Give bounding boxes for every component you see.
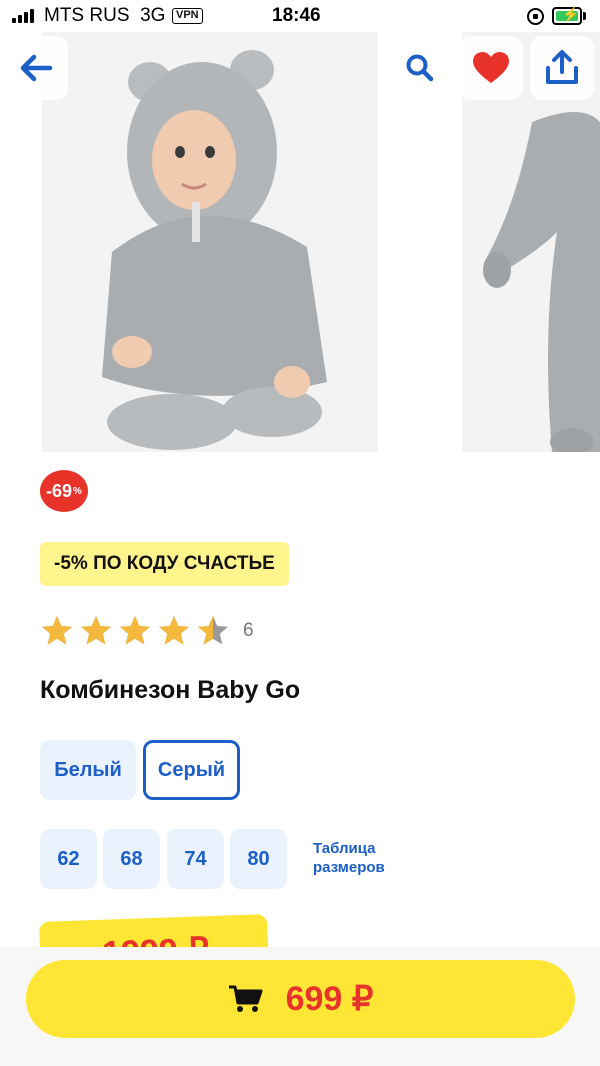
baby-jumpsuit-image <box>42 32 378 452</box>
arrow-left-icon <box>20 54 53 82</box>
heart-icon <box>473 52 509 83</box>
cart-price: 699 ₽ <box>285 980 374 1018</box>
star-icon <box>42 616 72 645</box>
share-icon <box>546 50 578 84</box>
size-option-68[interactable]: 68 <box>103 829 160 889</box>
star-icon <box>159 616 189 645</box>
size-option-80[interactable]: 80 <box>230 829 287 889</box>
favorite-button[interactable] <box>459 36 523 100</box>
vpn-badge: VPN <box>172 8 203 24</box>
status-bar: MTS RUS 3G VPN 18:46 ⚡ <box>0 0 600 34</box>
status-time: 18:46 <box>272 5 321 26</box>
color-option-grey[interactable]: Серый <box>143 740 240 800</box>
star-icon <box>120 616 150 645</box>
battery-icon: ⚡ <box>552 6 582 25</box>
signal-strength-icon <box>12 9 38 23</box>
product-title: Комбинезон Baby Go <box>40 676 301 704</box>
back-button[interactable] <box>4 36 68 100</box>
carrier-name: MTS RUS 3G <box>44 5 166 26</box>
search-icon <box>406 54 434 82</box>
review-count: 6 <box>243 620 254 641</box>
product-rating[interactable]: 6 <box>40 614 254 648</box>
size-table-link[interactable]: Таблица размеров <box>313 839 433 877</box>
size-table-label-line1: Таблица <box>313 840 376 857</box>
battery-tip <box>583 12 586 20</box>
discount-badge: -69% <box>40 470 88 512</box>
star-icon <box>198 616 228 645</box>
share-button[interactable] <box>530 36 594 100</box>
size-option-62[interactable]: 62 <box>40 829 97 889</box>
promo-code-banner: -5% ПО КОДУ СЧАСТЬЕ <box>40 542 289 586</box>
size-table-label-line2: размеров <box>313 859 385 876</box>
rating-stars <box>40 614 235 648</box>
product-photo-main[interactable] <box>42 32 378 452</box>
add-to-cart-button[interactable]: 699 ₽ <box>26 960 575 1038</box>
size-option-74[interactable]: 74 <box>167 829 224 889</box>
color-option-white[interactable]: Белый <box>40 740 136 800</box>
cart-icon <box>228 985 263 1012</box>
star-icon <box>81 616 111 645</box>
search-button[interactable] <box>388 36 452 100</box>
orientation-lock-icon <box>527 8 544 25</box>
